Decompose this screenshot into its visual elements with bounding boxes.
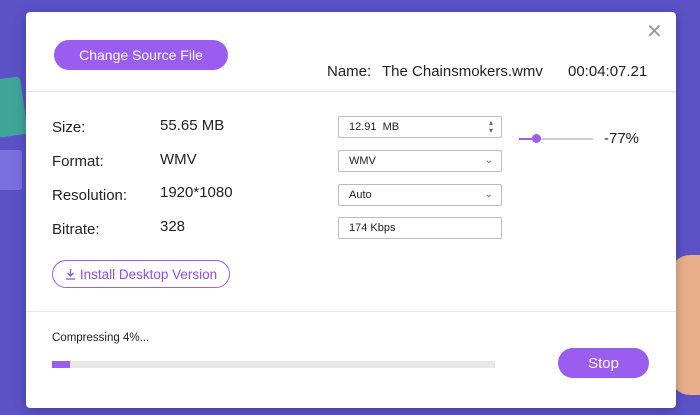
change-source-file-label: Change Source File <box>79 47 203 63</box>
divider <box>26 91 676 92</box>
size-label: Size: <box>52 119 86 136</box>
compression-percent: -77% <box>604 130 640 147</box>
stop-button[interactable]: Stop <box>558 348 649 378</box>
bitrate-field-value: 174 Kbps <box>349 222 396 234</box>
change-source-file-button[interactable]: Change Source File <box>54 40 228 70</box>
size-value: 55.65 MB <box>160 117 225 134</box>
background-decoration <box>0 76 28 138</box>
bitrate-value: 328 <box>160 218 186 235</box>
resolution-label: Resolution: <box>52 187 128 204</box>
install-desktop-button[interactable]: Install Desktop Version <box>52 260 230 288</box>
file-name: The Chainsmokers.wmv <box>382 63 543 80</box>
compression-slider[interactable] <box>519 134 593 143</box>
progress-fill <box>52 361 70 368</box>
compress-status: Compressing 4%... <box>52 332 150 344</box>
install-desktop-label: Install Desktop Version <box>79 266 218 282</box>
name-label: Name: <box>327 63 372 80</box>
target-size-stepper[interactable]: 12.91 MB ▴ ▾ <box>338 116 502 138</box>
format-select-value: WMV <box>349 155 376 167</box>
close-icon[interactable]: ✕ <box>646 22 663 42</box>
chevron-down-icon: ⌄ <box>484 189 493 200</box>
target-size-value: 12.91 MB <box>349 121 400 133</box>
format-label: Format: <box>52 153 104 170</box>
bitrate-field[interactable]: 174 Kbps <box>338 217 502 239</box>
format-select[interactable]: WMV ⌄ <box>338 150 502 172</box>
download-icon <box>65 269 75 280</box>
resolution-value: 1920*1080 <box>160 184 233 201</box>
compress-dialog: ✕ Change Source File Name: The Chainsmok… <box>26 12 676 408</box>
stepper-arrows-icon[interactable]: ▴ ▾ <box>489 119 493 135</box>
slider-handle[interactable] <box>532 134 542 143</box>
progress-bar <box>52 361 495 368</box>
chevron-down-icon: ⌄ <box>484 155 493 166</box>
stop-label: Stop <box>588 354 619 372</box>
duration: 00:04:07.21 <box>568 63 648 80</box>
resolution-select-value: Auto <box>349 189 372 201</box>
divider <box>26 311 676 312</box>
background-decoration <box>0 150 22 190</box>
bitrate-label: Bitrate: <box>52 221 100 238</box>
format-value: WMV <box>160 151 197 168</box>
resolution-select[interactable]: Auto ⌄ <box>338 184 502 206</box>
